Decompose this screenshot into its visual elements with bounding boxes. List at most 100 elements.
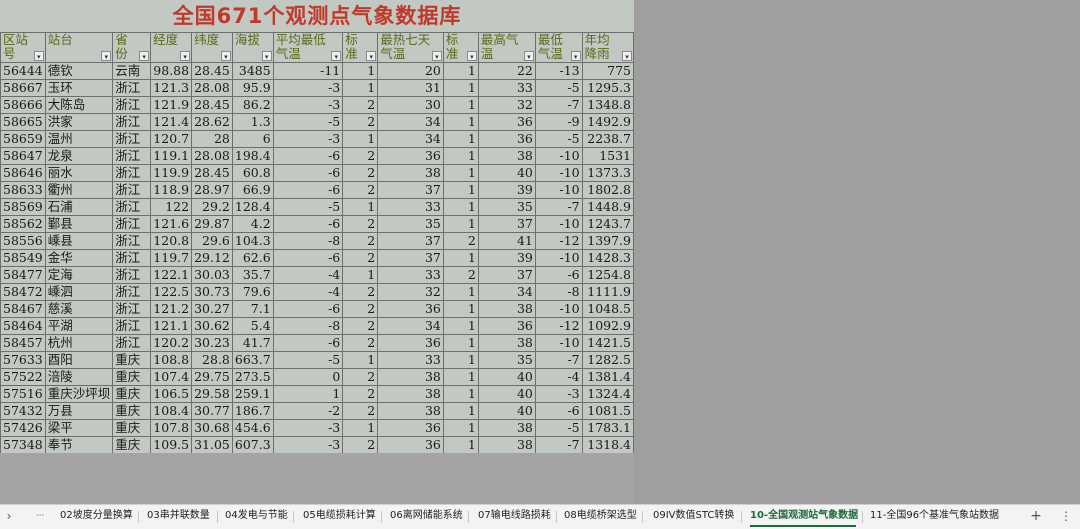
table-cell[interactable]: 35.7 xyxy=(231,266,274,284)
table-cell[interactable]: 30.27 xyxy=(191,300,233,318)
table-cell[interactable]: 1 xyxy=(442,300,479,318)
table-cell[interactable]: 58477 xyxy=(0,266,46,284)
table-cell[interactable]: 58667 xyxy=(0,79,46,97)
table-cell[interactable]: 2 xyxy=(342,113,379,131)
column-header[interactable]: 最低气温 ▾ xyxy=(534,32,583,63)
table-cell[interactable]: 28.08 xyxy=(191,79,233,97)
table-cell[interactable]: -6 xyxy=(272,334,344,352)
table-cell[interactable]: 30.62 xyxy=(191,317,233,335)
table-cell[interactable]: 1 xyxy=(442,198,479,216)
more-sheets-button[interactable]: ··· xyxy=(30,505,50,529)
table-cell[interactable]: 28.8 xyxy=(191,351,233,369)
table-cell[interactable]: -10 xyxy=(534,334,583,352)
table-cell[interactable]: 60.8 xyxy=(231,164,274,182)
table-cell[interactable]: 浙江 xyxy=(112,181,152,199)
table-cell[interactable]: 1373.3 xyxy=(581,164,635,182)
table-cell[interactable]: 36 xyxy=(377,300,444,318)
table-cell[interactable]: 浙江 xyxy=(112,317,152,335)
sheet-tab[interactable]: 04发电与节能 xyxy=(225,505,288,529)
column-header[interactable]: 最高气温 ▾ xyxy=(477,32,536,63)
table-cell[interactable]: -3 xyxy=(272,79,344,97)
table-cell[interactable]: 28.08 xyxy=(191,147,233,165)
table-cell[interactable]: 1 xyxy=(272,385,344,403)
table-cell[interactable]: 58556 xyxy=(0,232,46,250)
table-cell[interactable]: -7 xyxy=(534,351,583,369)
table-cell[interactable]: 2 xyxy=(342,147,379,165)
table-cell[interactable]: -8 xyxy=(272,232,344,250)
sheet-tab[interactable]: 03串并联数量 xyxy=(147,505,211,529)
table-cell[interactable]: 龙泉 xyxy=(44,147,114,165)
table-cell[interactable]: 121.9 xyxy=(150,96,193,114)
table-cell[interactable]: 重庆 xyxy=(112,419,152,437)
table-cell[interactable]: 41 xyxy=(477,232,536,250)
table-cell[interactable]: 2 xyxy=(342,334,379,352)
table-cell[interactable]: 40 xyxy=(477,402,536,420)
table-cell[interactable]: 浙江 xyxy=(112,300,152,318)
table-cell[interactable]: 28.45 xyxy=(191,164,233,182)
table-cell[interactable]: 30.77 xyxy=(191,402,233,420)
table-cell[interactable]: 107.4 xyxy=(150,368,193,386)
table-cell[interactable]: 1 xyxy=(442,351,479,369)
table-cell[interactable]: -7 xyxy=(534,436,583,454)
table-cell[interactable]: -3 xyxy=(272,436,344,454)
table-cell[interactable]: 1092.9 xyxy=(581,317,635,335)
table-cell[interactable]: 梁平 xyxy=(44,419,114,437)
table-cell[interactable]: 1381.4 xyxy=(581,368,635,386)
table-cell[interactable]: 浙江 xyxy=(112,113,152,131)
table-cell[interactable]: 金华 xyxy=(44,249,114,267)
column-header[interactable]: 省份 ▾ xyxy=(112,32,152,63)
table-cell[interactable]: 杭州 xyxy=(44,334,114,352)
table-cell[interactable]: 浙江 xyxy=(112,198,152,216)
table-cell[interactable]: 31 xyxy=(377,79,444,97)
table-cell[interactable]: 浙江 xyxy=(112,215,152,233)
table-cell[interactable]: 2 xyxy=(342,317,379,335)
table-cell[interactable]: 1428.3 xyxy=(581,249,635,267)
table-cell[interactable]: -10 xyxy=(534,147,583,165)
column-header[interactable]: 区站号 ▾ xyxy=(0,32,46,63)
table-cell[interactable]: -8 xyxy=(272,317,344,335)
filter-dropdown-icon[interactable]: ▾ xyxy=(366,51,377,61)
table-cell[interactable]: 106.5 xyxy=(150,385,193,403)
table-cell[interactable]: 40 xyxy=(477,164,536,182)
table-cell[interactable]: 3485 xyxy=(231,62,274,80)
table-cell[interactable]: 平湖 xyxy=(44,317,114,335)
table-cell[interactable]: 1 xyxy=(342,79,379,97)
table-cell[interactable]: 重庆沙坪坝 xyxy=(44,385,114,403)
table-cell[interactable]: -8 xyxy=(534,283,583,301)
table-cell[interactable]: 5.4 xyxy=(231,317,274,335)
table-cell[interactable]: 36 xyxy=(377,419,444,437)
table-cell[interactable]: 663.7 xyxy=(231,351,274,369)
table-cell[interactable]: 1 xyxy=(442,385,479,403)
table-cell[interactable]: 涪陵 xyxy=(44,368,114,386)
table-cell[interactable]: -5 xyxy=(534,79,583,97)
table-cell[interactable]: 57633 xyxy=(0,351,46,369)
table-cell[interactable]: 119.7 xyxy=(150,249,193,267)
table-cell[interactable]: 1531 xyxy=(581,147,635,165)
table-cell[interactable]: 2 xyxy=(342,232,379,250)
table-cell[interactable]: 118.9 xyxy=(150,181,193,199)
table-cell[interactable]: 1243.7 xyxy=(581,215,635,233)
table-cell[interactable]: 57432 xyxy=(0,402,46,420)
table-cell[interactable]: -10 xyxy=(534,249,583,267)
filter-dropdown-icon[interactable]: ▾ xyxy=(466,51,477,61)
table-cell[interactable]: -13 xyxy=(534,62,583,80)
sheet-tab[interactable]: 11-全国96个基准气象站数据 xyxy=(870,505,999,529)
table-cell[interactable]: 57522 xyxy=(0,368,46,386)
filter-dropdown-icon[interactable]: ▾ xyxy=(261,51,272,61)
table-cell[interactable]: 衢州 xyxy=(44,181,114,199)
table-cell[interactable]: 39 xyxy=(477,181,536,199)
filter-dropdown-icon[interactable]: ▾ xyxy=(622,51,632,61)
table-cell[interactable]: 104.3 xyxy=(231,232,274,250)
table-cell[interactable]: 38 xyxy=(377,368,444,386)
table-cell[interactable]: 1 xyxy=(442,113,479,131)
table-cell[interactable]: 32 xyxy=(477,96,536,114)
table-cell[interactable]: -5 xyxy=(272,113,344,131)
table-cell[interactable]: 云南 xyxy=(112,62,152,80)
column-header[interactable]: 经度 ▾ xyxy=(150,32,193,63)
table-cell[interactable]: 4.2 xyxy=(231,215,274,233)
table-cell[interactable]: 32 xyxy=(377,283,444,301)
table-cell[interactable]: 1 xyxy=(442,402,479,420)
sheet-tab[interactable]: 05电缆损耗计算 xyxy=(303,505,376,529)
table-cell[interactable]: 1 xyxy=(442,368,479,386)
menu-icon[interactable]: ⋮ xyxy=(1059,505,1073,529)
